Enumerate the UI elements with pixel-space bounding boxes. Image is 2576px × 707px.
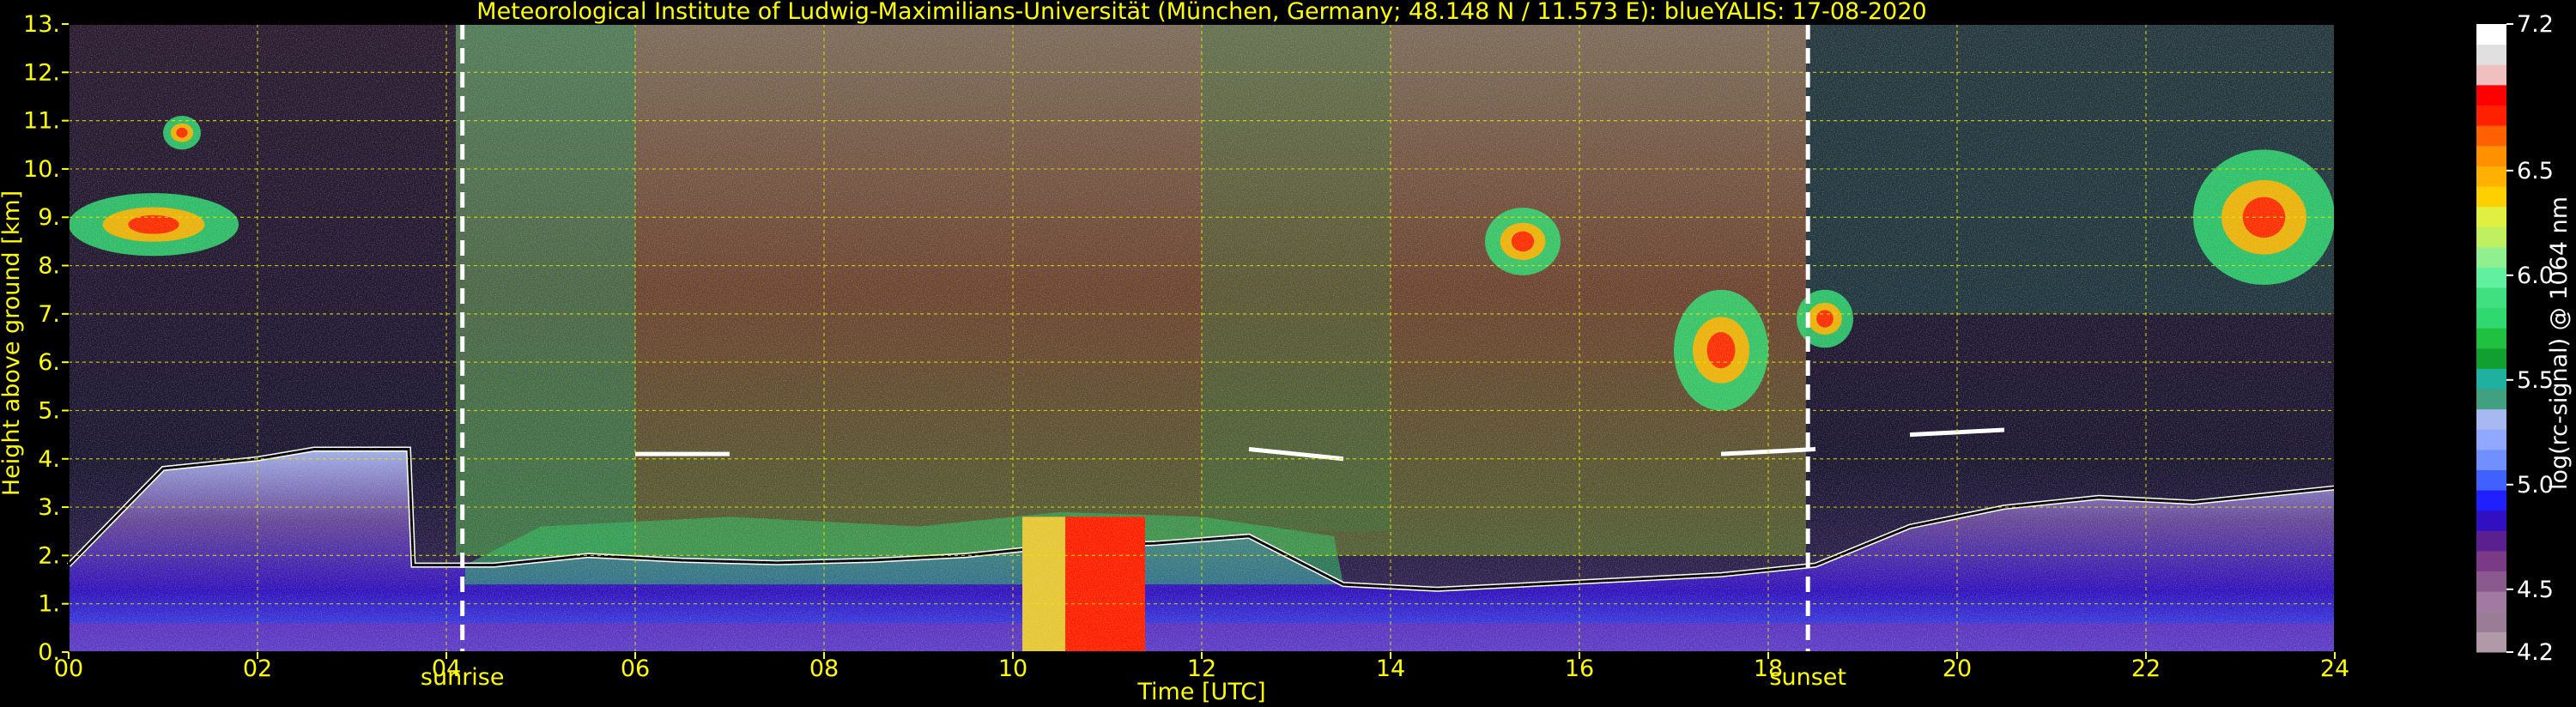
y-tick-label: 8. — [38, 253, 60, 280]
y-tick-label: 4. — [38, 446, 60, 473]
colorbar-segment — [2476, 550, 2506, 572]
colorbar-segment — [2476, 64, 2506, 86]
colorbar-tick-label: 4.5 — [2517, 577, 2554, 603]
colorbar-segment — [2476, 490, 2506, 511]
colorbar-segment — [2476, 206, 2506, 227]
colorbar-segment — [2476, 24, 2506, 45]
colorbar-segment — [2476, 368, 2506, 390]
y-tick-label: 10. — [23, 156, 60, 183]
x-axis-label: Time [UTC] — [1136, 679, 1265, 705]
lidar-chart: sunrise sunset 00 02 04 06 08 10 12 14 16 18 20 22 24… — [0, 0, 2573, 705]
x-tick-label: 22 — [2131, 656, 2161, 682]
colorbar-segment — [2476, 227, 2506, 248]
colorbar-tick-label: 6.5 — [2517, 158, 2554, 184]
colorbar-segment — [2476, 408, 2506, 430]
colorbar-segment — [2476, 125, 2506, 147]
colorbar-segment — [2476, 44, 2506, 65]
y-tick-label: 5. — [38, 397, 60, 424]
colorbar-tick-label: 7.2 — [2517, 11, 2554, 38]
x-tick-label: 14 — [1376, 656, 1405, 682]
colorbar-segment — [2476, 449, 2506, 470]
colorbar-segment — [2476, 530, 2506, 552]
plot-area — [66, 24, 2336, 652]
colorbar-segment — [2476, 84, 2506, 106]
colorbar-segment — [2476, 166, 2506, 187]
colorbar-segment — [2476, 307, 2506, 329]
colorbar-segment — [2476, 185, 2506, 208]
colorbar-segment — [2476, 611, 2506, 632]
colorbar-segment — [2476, 510, 2506, 531]
colorbar: 4.24.55.05.56.06.57.2 — [2476, 11, 2554, 666]
x-tick-label: 16 — [1565, 656, 1594, 682]
colorbar-segment — [2476, 246, 2506, 268]
y-tick-label: 12. — [23, 59, 60, 86]
x-tick-label: 06 — [621, 656, 650, 682]
colorbar-segment — [2476, 429, 2506, 450]
x-tick-label: 18 — [1754, 656, 1783, 682]
y-axis-label: Height above ground [km] — [0, 190, 25, 496]
y-tick-label: 13. — [23, 11, 60, 38]
colorbar-segment — [2476, 287, 2506, 309]
colorbar-segment — [2476, 591, 2506, 613]
x-tick-label: 02 — [243, 656, 272, 682]
y-tick-label: 2. — [38, 542, 60, 569]
x-tick-label: 20 — [1943, 656, 1972, 682]
colorbar-segment — [2476, 389, 2506, 410]
colorbar-segment — [2476, 145, 2506, 166]
y-tick-label: 9. — [38, 204, 60, 231]
y-tick-label: 1. — [38, 591, 60, 618]
x-tick-label: 24 — [2320, 656, 2349, 682]
y-tick-label: 6. — [38, 349, 60, 376]
colorbar-segment — [2476, 571, 2506, 592]
colorbar-tick-label: 4.2 — [2517, 639, 2554, 666]
colorbar-segment — [2476, 347, 2506, 369]
y-tick-label: 0. — [38, 639, 60, 666]
colorbar-segment — [2476, 631, 2506, 653]
colorbar-label: log(rc-signal) @ 1064 nm — [2546, 196, 2573, 490]
colorbar-segment — [2476, 105, 2506, 126]
y-tick-label: 11. — [23, 108, 60, 135]
chart-title: Meteorological Institute of Ludwig-Maxim… — [476, 0, 1926, 25]
x-tick-label: 10 — [998, 656, 1027, 682]
y-tick-label: 7. — [38, 301, 60, 328]
colorbar-segment — [2476, 469, 2506, 491]
x-tick-label: 04 — [432, 656, 461, 682]
x-tick-label: 08 — [809, 656, 839, 682]
colorbar-segment — [2476, 328, 2506, 349]
colorbar-segment — [2476, 267, 2506, 288]
y-tick-label: 3. — [38, 494, 60, 521]
signal-noise-texture — [69, 24, 2335, 652]
